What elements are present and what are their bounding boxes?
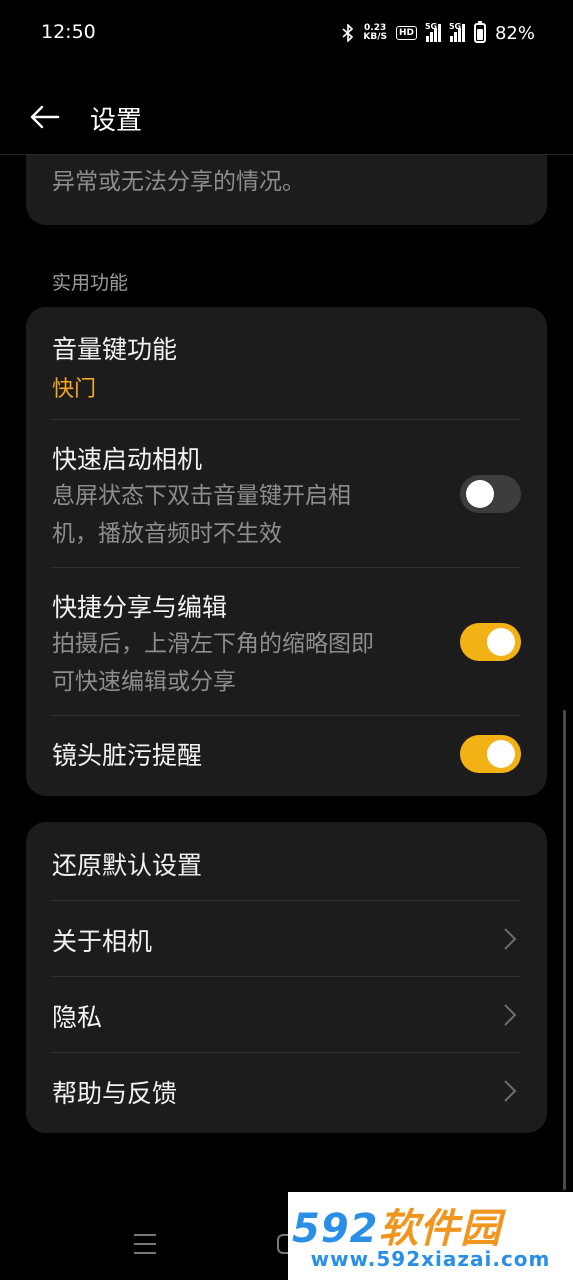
hd-badge: HD	[395, 26, 417, 40]
quick-share-title: 快捷分享与编辑	[52, 593, 228, 622]
quick-launch-title: 快速启动相机	[52, 445, 203, 474]
quick-launch-desc-1: 息屏状态下双击音量键开启相	[52, 483, 351, 509]
quick-launch-toggle[interactable]	[460, 475, 521, 513]
lens-dirty-item[interactable]: 镜头脏污提醒	[26, 716, 547, 796]
help-feedback-item[interactable]: 帮助与反馈	[26, 1053, 547, 1133]
status-bar: 12:50 0.23 KB/S HD 5G 5G 82%	[0, 0, 573, 66]
privacy-item[interactable]: 隐私	[26, 977, 547, 1053]
settings-scroll[interactable]: 设备或应用上，可能会存在播放 异常或无法分享的情况。 实用功能 音量键功能 快门…	[0, 155, 573, 1260]
volume-key-value: 快门	[52, 377, 97, 402]
app-header: 设置	[0, 86, 573, 148]
back-arrow-icon	[30, 105, 60, 129]
signal-icon-1: 5G	[425, 22, 441, 42]
share-note-card: 设备或应用上，可能会存在播放 异常或无法分享的情况。	[26, 155, 547, 225]
page-title: 设置	[90, 106, 143, 136]
quick-share-desc-1: 拍摄后，上滑左下角的缩略图即	[52, 631, 374, 657]
signal-icon-2: 5G	[449, 22, 465, 42]
share-note-partial: 设备或应用上，可能会存在播放	[52, 155, 374, 163]
status-time: 12:50	[41, 21, 96, 43]
help-feedback-label: 帮助与反馈	[52, 1079, 178, 1108]
chevron-right-icon	[504, 1080, 517, 1102]
bluetooth-icon	[342, 24, 354, 42]
quick-launch-desc-2: 机，播放音频时不生效	[52, 521, 282, 547]
battery-text: 82%	[494, 22, 535, 44]
quick-share-item[interactable]: 快捷分享与编辑 拍摄后，上滑左下角的缩略图即 可快速编辑或分享	[26, 568, 547, 716]
reset-defaults-item[interactable]: 还原默认设置	[26, 822, 547, 901]
lens-dirty-title: 镜头脏污提醒	[52, 741, 203, 770]
privacy-label: 隐私	[52, 1003, 103, 1032]
battery-icon	[473, 21, 486, 43]
scrollbar[interactable]	[563, 710, 566, 1190]
chevron-right-icon	[504, 1004, 517, 1026]
back-button[interactable]	[28, 101, 62, 133]
misc-card: 还原默认设置 关于相机 隐私 帮助与反馈	[26, 822, 547, 1133]
quick-share-desc-2: 可快速编辑或分享	[52, 669, 236, 695]
volume-key-item[interactable]: 音量键功能 快门	[26, 307, 547, 420]
share-note-text: 异常或无法分享的情况。	[52, 169, 305, 195]
recent-apps-button[interactable]	[134, 1234, 156, 1254]
status-icons: 0.23 KB/S HD 5G 5G 82%	[342, 19, 535, 47]
watermark-url: www.592xiazai.com	[310, 1247, 551, 1271]
reset-defaults-label: 还原默认设置	[52, 851, 203, 880]
section-label-utility: 实用功能	[52, 272, 129, 294]
network-speed: 0.23 KB/S	[363, 24, 387, 42]
quick-launch-item[interactable]: 快速启动相机 息屏状态下双击音量键开启相 机，播放音频时不生效	[26, 420, 547, 568]
volume-key-title: 音量键功能	[52, 335, 178, 364]
chevron-right-icon	[504, 928, 517, 950]
watermark-brand-number: 592	[292, 1206, 379, 1252]
utility-card: 音量键功能 快门 快速启动相机 息屏状态下双击音量键开启相 机，播放音频时不生效…	[26, 307, 547, 796]
about-camera-label: 关于相机	[52, 927, 153, 956]
quick-share-toggle[interactable]	[460, 623, 521, 661]
about-camera-item[interactable]: 关于相机	[26, 901, 547, 977]
network-speed-unit: KB/S	[363, 32, 387, 42]
watermark-brand-name: 软件园	[378, 1206, 502, 1252]
lens-dirty-toggle[interactable]	[460, 735, 521, 773]
watermark-logo: 592软件园 www.592xiazai.com	[288, 1192, 573, 1280]
